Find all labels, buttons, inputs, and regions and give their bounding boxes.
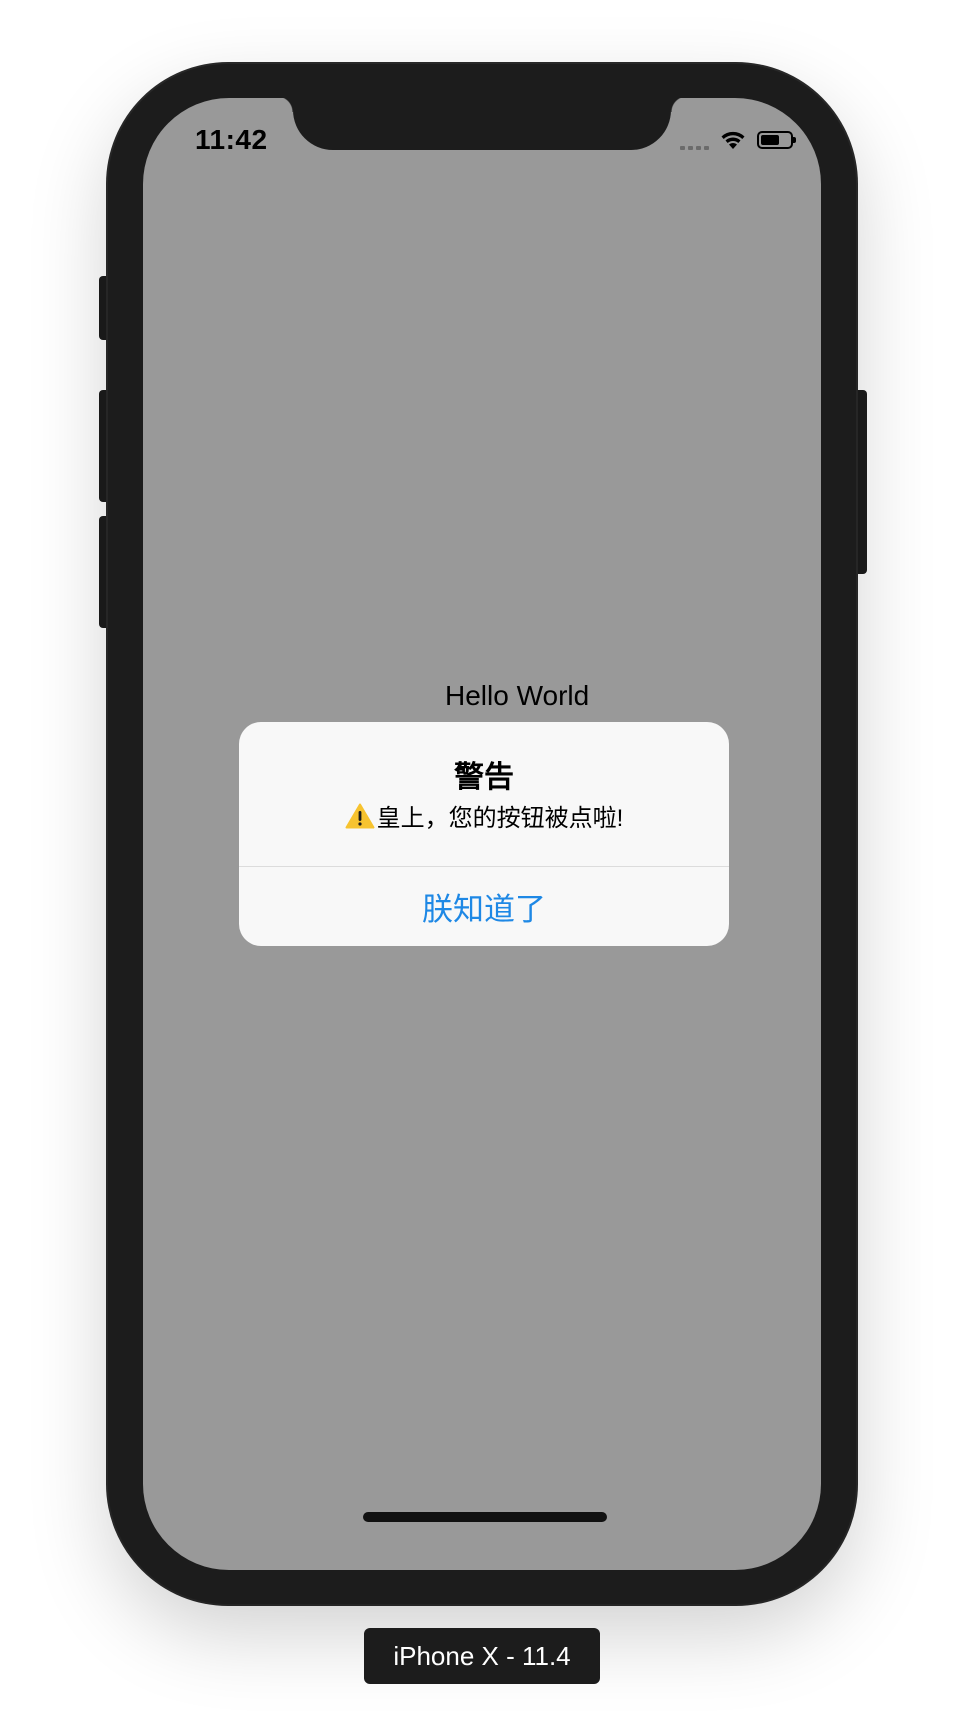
battery-level xyxy=(761,135,779,145)
hello-label: Hello World xyxy=(445,680,590,711)
battery-icon xyxy=(757,131,796,149)
warning-icon xyxy=(345,803,375,828)
simulator-stage: 11:42 Hello World 警告 皇上，您的按钮被点啦! 朕知道了 iP… xyxy=(0,0,964,1722)
device-screen: 11:42 Hello World 警告 皇上，您的按钮被点啦! 朕知道了 xyxy=(143,98,821,1570)
status-time: 11:42 xyxy=(195,124,268,155)
alert-message-text: 皇上，您的按钮被点啦! xyxy=(376,805,624,832)
alert-title: 警告 xyxy=(454,761,514,794)
notch xyxy=(277,98,687,150)
device-label: iPhone X - 11.4 xyxy=(364,1628,600,1684)
signal-icon xyxy=(680,128,709,152)
wifi-icon xyxy=(721,131,745,149)
status-indicators xyxy=(680,128,796,152)
alert-message: 皇上，您的按钮被点啦! xyxy=(239,798,729,833)
alert-dialog: 警告 皇上，您的按钮被点啦! 朕知道了 xyxy=(239,722,729,946)
home-indicator[interactable] xyxy=(363,1512,607,1522)
alert-confirm-button[interactable]: 朕知道了 xyxy=(239,867,729,946)
